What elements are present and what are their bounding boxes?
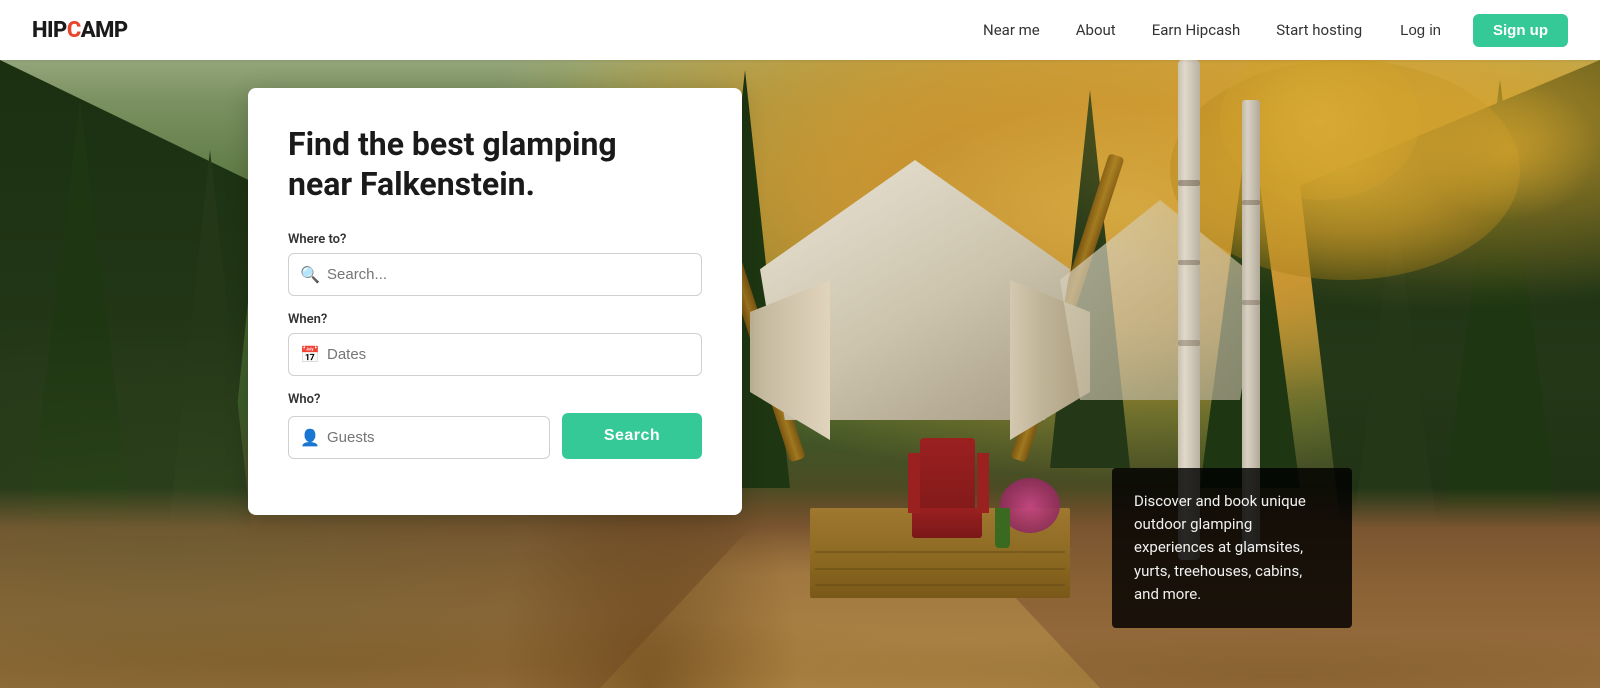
login-button[interactable]: Log in <box>1384 14 1457 47</box>
where-group: Where to? 🔍 <box>288 232 702 296</box>
signup-button[interactable]: Sign up <box>1473 14 1568 47</box>
nav: Near me About Earn Hipcash Start hosting… <box>969 13 1568 47</box>
logo-text-c: C <box>67 18 81 43</box>
leaves-overlay <box>0 0 1600 688</box>
birch-mark-3 <box>1178 340 1200 346</box>
info-box-text: Discover and book unique outdoor glampin… <box>1134 490 1330 606</box>
who-group: Who? 👤 Search <box>288 392 702 459</box>
where-label: Where to? <box>288 232 702 247</box>
birch-mark-5 <box>1242 300 1260 305</box>
headline-line1: Find the best glamping <box>288 125 617 163</box>
nav-hosting[interactable]: Start hosting <box>1262 13 1376 47</box>
when-input[interactable] <box>288 333 702 376</box>
when-label: When? <box>288 312 702 327</box>
bottom-row: 👤 Search <box>288 413 702 459</box>
nav-earn[interactable]: Earn Hipcash <box>1138 13 1255 47</box>
who-label: Who? <box>288 392 702 407</box>
where-input[interactable] <box>288 253 702 296</box>
birch-mark-4 <box>1242 200 1260 205</box>
info-box: Discover and book unique outdoor glampin… <box>1112 468 1352 628</box>
search-card: Find the best glamping near Falkenstein.… <box>248 88 742 515</box>
logo-text-hip: HIP <box>32 18 67 43</box>
nav-about[interactable]: About <box>1062 13 1130 47</box>
headline-line2: near Falkenstein. <box>288 165 535 203</box>
birch-mark-1 <box>1178 180 1200 186</box>
search-button[interactable]: Search <box>562 413 702 459</box>
guests-input[interactable] <box>288 416 550 459</box>
hero-section: Find the best glamping near Falkenstein.… <box>0 0 1600 688</box>
logo-text-amp: AMP <box>81 18 128 43</box>
when-group: When? 📅 <box>288 312 702 376</box>
where-input-wrapper: 🔍 <box>288 253 702 296</box>
birch-mark-2 <box>1178 260 1200 265</box>
hero-background <box>0 0 1600 688</box>
guests-input-wrapper: 👤 <box>288 416 550 459</box>
logo[interactable]: HIPCAMP <box>32 18 128 43</box>
card-headline: Find the best glamping near Falkenstein. <box>288 124 702 204</box>
nav-near-me[interactable]: Near me <box>969 13 1054 47</box>
when-input-wrapper: 📅 <box>288 333 702 376</box>
guests-wrapper: 👤 <box>288 416 550 459</box>
header: HIPCAMP Near me About Earn Hipcash Start… <box>0 0 1600 60</box>
